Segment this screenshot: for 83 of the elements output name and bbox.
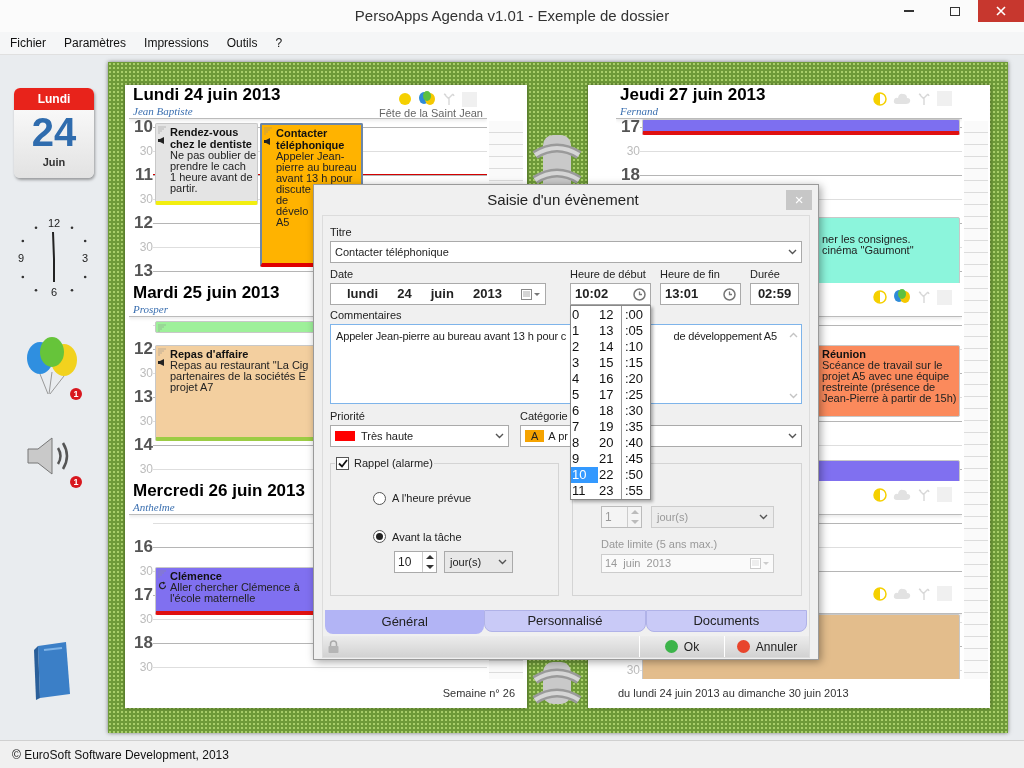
hour-label: 30 (139, 659, 153, 675)
event-title: Contacter téléphonique (276, 127, 346, 151)
hour-label: 30 (139, 191, 153, 207)
event-title: Clémence (170, 570, 223, 582)
page-footer: du lundi 24 juin 2013 au dimanche 30 juin 2013 (618, 685, 849, 702)
date-part: 2013 (472, 285, 502, 304)
category-value: A pr (548, 428, 568, 444)
radio-label: A l'heure prévue (392, 491, 472, 506)
hour-label: 17 (134, 587, 153, 603)
page-footer: Semaine n° 26 (442, 685, 515, 702)
hour-label: 30 (139, 143, 153, 159)
event-description: Appeler Jean- pierre au bureau avant 13 h pour discute de dévelo A5 (276, 151, 358, 228)
event-description: Aller chercher Clémence à l'école maternelle (170, 582, 300, 604)
day-title: Mardi 25 juin 2013 (133, 283, 280, 303)
time-value: 13:01 (665, 285, 699, 304)
field-label: Titre (330, 226, 352, 239)
event-title: Rendez-vous chez le dentiste (170, 126, 253, 150)
dialog-title: Saisie d'un évènement (487, 189, 639, 210)
saint-name: Fernand (620, 105, 659, 117)
hour-label: 30 (626, 143, 640, 159)
event-title: Repas d'affaire (170, 348, 249, 360)
hour-label: 30 (139, 611, 153, 627)
hour-label: 30 (139, 461, 153, 477)
hour-label: 16 (134, 539, 153, 555)
calendar-month: Juin (42, 155, 66, 170)
field-label: Commentaires (330, 309, 402, 322)
time-value: 10:02 (575, 285, 609, 304)
hour-label: 14 (134, 437, 153, 453)
saint-name: Anthelme (133, 501, 176, 513)
hour-label: 30 (626, 662, 640, 678)
field-label: Priorité (330, 410, 366, 423)
hour-label: 17 (621, 119, 640, 135)
duration-value: 02:59 (757, 285, 792, 304)
feast-label: Fête de la Saint Jean (379, 107, 483, 120)
calendar-weekday: Lundi (14, 88, 94, 110)
saint-name: Jean Baptiste (133, 105, 194, 117)
clock-drawing: 12 3 6 9 (9, 210, 99, 300)
hour-label: 12 (134, 341, 153, 357)
hour-label: 30 (139, 365, 153, 381)
hour-label: 13 (134, 389, 153, 405)
hour-label: 30 (139, 413, 153, 429)
hour-label: 10 (134, 119, 153, 135)
comment-text: Appeler Jean-pierre au bureau avant 13 h pour c (336, 329, 567, 344)
hour-label: 18 (134, 635, 153, 651)
hour-label: 18 (621, 167, 640, 183)
field-label: Date limite (5 ans max.) (601, 537, 719, 552)
unit-value: jour(s) (657, 509, 689, 525)
notification-badge: 1 (70, 476, 82, 488)
checkbox-label: Rappel (alarme) (354, 456, 433, 471)
spinner-value: 1 (605, 509, 612, 526)
hour-label: 11 (135, 167, 153, 183)
date-part: juin (430, 285, 454, 304)
hour-label: 12 (134, 215, 153, 231)
date-value: 14 juin 2013 (605, 555, 672, 571)
window-title: PersoApps Agenda v1.01 - Exemple de dossier (353, 5, 671, 26)
category-badge: A (525, 430, 545, 442)
event-description: Ne pas oublier de prendre le cach 1 heure avant de partir. (170, 150, 257, 194)
event-description: ner les consignes. cinéma "Gaumont" (822, 233, 914, 256)
spinner-value: 10 (398, 554, 412, 571)
field-label: Catégorie (520, 410, 568, 423)
notification-badge: 1 (70, 388, 82, 400)
day-title: Mercredi 26 juin 2013 (133, 481, 305, 501)
priority-value: Très haute (361, 428, 414, 444)
hour-label: 30 (139, 239, 153, 255)
day-title: Jeudi 27 juin 2013 (620, 85, 766, 105)
saint-name: Prosper (133, 303, 170, 315)
radio-label: Avant la tâche (392, 529, 462, 545)
day-title: Lundi 24 juin 2013 (133, 85, 281, 105)
date-part: 24 (397, 285, 412, 304)
event-description: Scéance de travail sur le projet A5 avec une équipe restreinte (présence de Jean-Pierre à partir de 15h) (822, 360, 957, 404)
field-label: Date (330, 268, 355, 281)
status-text: © EuroSoft Software Development, 2013 (12, 746, 229, 764)
field-label: Durée (750, 268, 781, 281)
hour-label: 30 (139, 563, 153, 579)
unit-value: jour(s) (450, 554, 482, 570)
event-title: Réunion (822, 348, 867, 360)
event-description: Repas au restaurant "La Cig partenaires de la sociétés E projet A7 (170, 360, 309, 393)
calendar-day: 24 (31, 110, 77, 154)
comment-text: de développement A5 (673, 329, 777, 344)
field-label: Heure de début (570, 268, 647, 281)
hour-label: 13 (134, 263, 153, 279)
field-label: Heure de fin (660, 268, 721, 281)
date-part: lundi (347, 285, 379, 304)
